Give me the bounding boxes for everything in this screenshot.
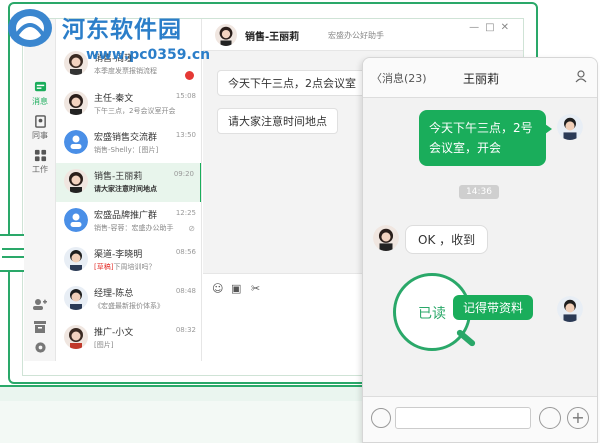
- conversation-preview: 下午三点，2号会议室开会: [94, 107, 176, 115]
- emoji-icon[interactable]: [539, 407, 561, 429]
- conversation-time: 08:56: [175, 248, 196, 256]
- conversation-item-active[interactable]: 销售-王丽莉 请大家注意时间地点 09:20: [56, 163, 201, 202]
- conversation-name: 推广-小文: [94, 328, 134, 338]
- window-controls: —□✕: [469, 22, 515, 33]
- watermark-logo-icon: [8, 9, 52, 47]
- avatar: [64, 286, 88, 310]
- group-avatar: [64, 208, 88, 232]
- avatar: [64, 169, 88, 193]
- avatar: [64, 91, 88, 115]
- avatar: [215, 24, 237, 46]
- conversation-preview: 《宏盛最新报价体系》: [94, 302, 164, 310]
- chat-title: 销售-王丽莉: [245, 32, 300, 43]
- close-icon[interactable]: ✕: [501, 22, 515, 33]
- nav-label: 同事: [32, 131, 48, 140]
- time-separator: 14:36: [459, 185, 499, 199]
- avatar: [557, 114, 583, 140]
- plus-icon[interactable]: +: [567, 407, 589, 429]
- unread-badge: [185, 71, 194, 80]
- person-icon[interactable]: [575, 70, 587, 83]
- archive-icon[interactable]: [24, 318, 56, 337]
- nav-item-messages[interactable]: 消息: [24, 81, 56, 107]
- conversation-name: 主任-秦文: [94, 94, 134, 104]
- message-bubble: 请大家注意时间地点: [217, 108, 338, 134]
- mute-bell-icon: ⊘: [188, 224, 195, 233]
- conversation-preview: [草稿]下周培训吗？: [94, 263, 156, 271]
- conversation-name: 宏盛品牌推广群: [94, 211, 158, 221]
- outgoing-message: 今天下午三点，2号会议室，开会: [419, 110, 552, 166]
- chat-header: 销售-王丽莉 宏盛办公好助手 —□✕: [203, 19, 523, 51]
- group-avatar: [64, 130, 88, 154]
- conversation-list: 销售-周瑾 本季度发票报销流程 主任-秦文 下午三点，2号会议室开会 15:08…: [56, 19, 202, 361]
- conversation-name: 宏盛销售交流群: [94, 133, 158, 143]
- conversation-preview: 销售-Shelly：[图片]: [94, 146, 159, 154]
- avatar: [64, 51, 88, 75]
- apps-grid-icon: [34, 149, 46, 162]
- nav-item-colleagues[interactable]: 同事: [24, 115, 56, 141]
- conversation-name: 经理-陈总: [94, 289, 134, 299]
- scissors-icon[interactable]: ✂: [251, 282, 260, 295]
- nav-label: 消息: [32, 97, 48, 106]
- conversation-time: 09:20: [173, 170, 194, 178]
- conversation-item[interactable]: 主任-秦文 下午三点，2号会议室开会 15:08: [56, 85, 201, 124]
- conversation-item[interactable]: 推广-小文 [图片] 08:32: [56, 319, 201, 358]
- conversation-preview: 本季度发票报销流程: [94, 67, 157, 75]
- message-input[interactable]: [395, 407, 531, 429]
- conversation-time: 13:50: [175, 131, 196, 139]
- microphone-icon[interactable]: [371, 408, 391, 428]
- gear-icon[interactable]: [24, 339, 56, 358]
- avatar: [64, 325, 88, 349]
- conversation-item[interactable]: 渠道-李晓明 [草稿]下周培训吗？ 08:56: [56, 241, 201, 280]
- emoji-icon[interactable]: ☺: [212, 282, 223, 295]
- conversation-time: 08:32: [175, 326, 196, 334]
- mobile-chat-panel: 〈消息(23) 王丽莉 今天下午三点，2号会议室，开会 14:36 OK ，收到…: [362, 57, 598, 443]
- conversation-time: 12:25: [175, 209, 196, 217]
- mobile-header: 〈消息(23) 王丽莉: [363, 58, 597, 98]
- conversation-preview: 请大家注意时间地点: [94, 185, 157, 193]
- minimize-icon[interactable]: —: [469, 22, 485, 33]
- nav-item-work[interactable]: 工作: [24, 149, 56, 175]
- conversation-name: 渠道-李晓明: [94, 250, 143, 260]
- avatar: [557, 296, 583, 322]
- conversation-time: 15:08: [175, 92, 196, 100]
- mobile-title: 王丽莉: [462, 72, 499, 86]
- watermark-site-name: 河东软件园: [62, 17, 182, 43]
- conversation-item[interactable]: 宏盛销售交流群 销售-Shelly：[图片] 13:50: [56, 124, 201, 163]
- add-contact-icon[interactable]: [24, 295, 56, 314]
- conversation-name: 销售-王丽莉: [94, 172, 143, 182]
- avatar: [373, 225, 399, 251]
- watermark-url: www.pc0359.cn: [86, 47, 211, 63]
- chat-subtitle: 宏盛办公好助手: [328, 31, 384, 40]
- message-bubble: 今天下午三点，2点会议室: [217, 70, 367, 96]
- chat-bubble-icon: [34, 81, 46, 92]
- conversation-item[interactable]: 宏盛品牌推广群 销售-容蓉：宏盛办公助手 12:25 ⊘: [56, 202, 201, 241]
- avatar: [64, 247, 88, 271]
- side-nav: 消息 同事 工作: [24, 19, 56, 361]
- contacts-icon: [34, 115, 46, 128]
- conversation-preview: 销售-容蓉：宏盛办公助手: [94, 224, 174, 232]
- outgoing-message: 记得带资料: [453, 295, 534, 320]
- conversation-preview: [图片]: [94, 341, 114, 349]
- maximize-icon[interactable]: □: [485, 22, 500, 33]
- mobile-input-bar: +: [363, 396, 597, 442]
- draft-tag: [草稿]: [94, 263, 114, 271]
- incoming-message: OK ，收到: [405, 225, 489, 254]
- conversation-time: 08:48: [175, 287, 196, 295]
- conversation-item[interactable]: 经理-陈总 《宏盛最新报价体系》 08:48: [56, 280, 201, 319]
- nav-label: 工作: [32, 165, 48, 174]
- folder-icon[interactable]: ▣: [231, 282, 241, 295]
